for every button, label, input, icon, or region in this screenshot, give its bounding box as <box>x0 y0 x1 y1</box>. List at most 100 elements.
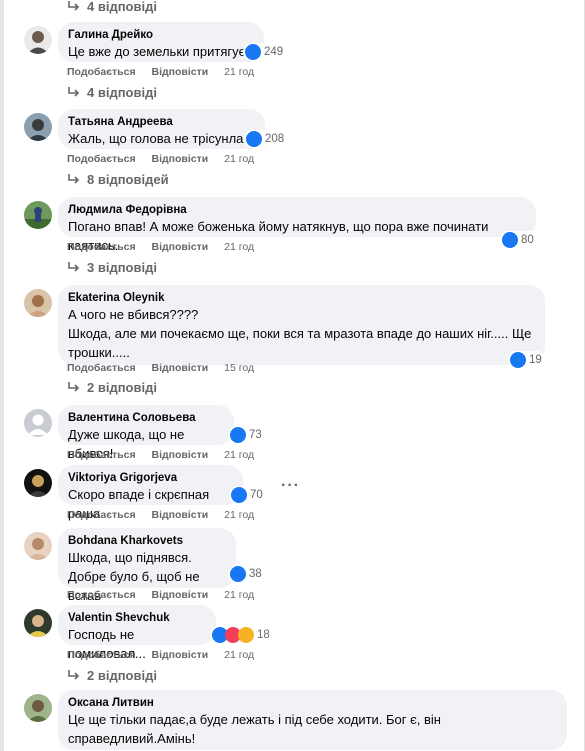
comment-time[interactable]: 21 год <box>224 589 254 601</box>
replies-count: 3 відповіді <box>87 259 157 275</box>
comment-author[interactable]: Валентина Соловьева <box>68 411 224 425</box>
comment-author[interactable]: Оксана Литвин <box>68 696 557 710</box>
reaction-count[interactable]: 80 <box>500 231 538 249</box>
view-replies-link[interactable]: 8 відповідей <box>67 169 169 189</box>
reply-button[interactable]: Відповісти <box>152 509 209 521</box>
like-button[interactable]: Подобається <box>67 449 136 461</box>
comment-actions: Подобається Відповісти 21 год <box>67 449 267 461</box>
reply-button[interactable]: Відповісти <box>152 153 209 165</box>
comment-actions: Подобається Відповісти 21 год <box>67 241 267 253</box>
avatar[interactable] <box>24 201 52 229</box>
reaction-count[interactable]: 38 <box>228 565 266 583</box>
comment-actions: Подобається Відповісти 21 год <box>67 66 267 78</box>
comment-text: А чого не вбився???? <box>68 307 199 322</box>
comment-bubble: Bohdana Kharkovets Шкода, що піднявся. Д… <box>58 528 236 603</box>
reaction-count[interactable]: 73 <box>228 426 266 444</box>
comment-author[interactable]: Bohdana Kharkovets <box>68 534 226 548</box>
reply-button[interactable]: Відповісти <box>152 589 209 601</box>
like-button[interactable]: Подобається <box>67 66 136 78</box>
reaction-count[interactable]: 18 <box>210 626 274 644</box>
comment-actions: Подобається Відповісти 21 год <box>67 153 267 165</box>
reply-button[interactable]: Відповісти <box>152 241 209 253</box>
reaction-count[interactable]: 19 <box>508 351 546 369</box>
view-replies-link[interactable]: 2 відповіді <box>67 665 157 685</box>
like-icon <box>246 131 262 147</box>
like-icon <box>231 487 247 503</box>
like-button[interactable]: Подобається <box>67 362 136 374</box>
reply-arrow-icon <box>68 382 80 392</box>
reaction-count[interactable]: 208 <box>244 130 289 148</box>
like-button[interactable]: Подобається <box>67 589 136 601</box>
reply-arrow-icon <box>68 1 80 11</box>
reply-button[interactable]: Відповісти <box>152 362 209 374</box>
avatar[interactable] <box>24 409 52 437</box>
ellipsis-icon[interactable]: ··· <box>281 477 300 495</box>
reply-arrow-icon <box>68 87 80 97</box>
like-button[interactable]: Подобається <box>67 509 136 521</box>
comment-bubble: Людмила Федорівна Погано впав! А може бо… <box>58 197 536 253</box>
replies-count: 2 відповіді <box>87 379 157 395</box>
comment-text: Це ще тільки падає,а буде лежать і під с… <box>68 712 441 727</box>
comment-time[interactable]: 21 год <box>224 449 254 461</box>
avatar[interactable] <box>24 289 52 317</box>
comment-time[interactable]: 21 год <box>224 649 254 661</box>
comment-author[interactable]: Ekaterina Oleynik <box>68 291 535 305</box>
comment-actions: Подобається Відповісти 21 год <box>67 509 267 521</box>
reply-button[interactable]: Відповісти <box>152 449 209 461</box>
replies-count: 4 відповіді <box>87 84 157 100</box>
like-icon <box>245 44 261 60</box>
reply-arrow-icon <box>68 262 80 272</box>
replies-count: 4 відповіді <box>87 0 157 14</box>
comment-text: Жаль, що голова не трісунла... <box>68 131 255 146</box>
reaction-count[interactable]: 70 <box>229 486 267 504</box>
replies-count: 8 відповідей <box>87 171 169 187</box>
avatar[interactable] <box>24 694 52 722</box>
comment-time[interactable]: 21 год <box>224 66 254 78</box>
like-button[interactable]: Подобається <box>67 241 136 253</box>
comment-author[interactable]: Галина Дрейко <box>68 28 254 42</box>
reply-arrow-icon <box>68 670 80 680</box>
reaction-count[interactable]: 249 <box>243 43 288 61</box>
comment-author[interactable]: Viktoriya Grigorjeva <box>68 471 233 485</box>
view-replies-link[interactable]: 4 відповіді <box>67 0 157 16</box>
replies-count: 2 відповіді <box>87 667 157 683</box>
comment-author[interactable]: Valentin Shevchuk <box>68 611 206 625</box>
like-icon <box>230 427 246 443</box>
wow-icon <box>238 627 254 643</box>
comment-text: Шкода, що піднявся. <box>68 550 192 565</box>
view-replies-link[interactable]: 3 відповіді <box>67 257 157 277</box>
comment-author[interactable]: Татьяна Андреева <box>68 115 255 129</box>
view-replies-link[interactable]: 2 відповіді <box>67 377 157 397</box>
comment-text: трошки..... <box>68 345 130 360</box>
comment-bubble: Viktoriya Grigorjeva Скоро впаде і скрєп… <box>58 465 243 521</box>
like-icon <box>230 566 246 582</box>
comment-bubble: Ekaterina Oleynik А чого не вбився???? Ш… <box>58 285 545 365</box>
avatar[interactable] <box>24 532 52 560</box>
comment-actions: Подобається Відповісти 15 год <box>67 362 267 374</box>
like-button[interactable]: Подобається <box>67 153 136 165</box>
view-replies-link[interactable]: 4 відповіді <box>67 82 157 102</box>
comment-actions: Подобається Відповісти 21 год <box>67 589 267 601</box>
comment-bubble: Галина Дрейко Це вже до земельки притягу… <box>58 22 264 62</box>
comment-bubble: Оксана Литвин Це ще тільки падає,а буде … <box>58 690 567 750</box>
comment-bubble: Valentin Shevchuk Господь не помиловал..… <box>58 605 216 661</box>
comment-actions: Подобається Відповісти 21 год <box>67 649 267 661</box>
like-icon <box>510 352 526 368</box>
avatar[interactable] <box>24 469 52 497</box>
avatar[interactable] <box>24 26 52 54</box>
reply-button[interactable]: Відповісти <box>152 649 209 661</box>
comment-text: справедливий.Амінь! <box>68 731 196 746</box>
like-button[interactable]: Подобається <box>67 649 136 661</box>
avatar[interactable] <box>24 113 52 141</box>
comment-text: Шкода, але ми почекаємо ще, поки вся та … <box>68 326 532 341</box>
avatar[interactable] <box>24 609 52 637</box>
comment-text: Це вже до земельки притягує. <box>68 44 249 59</box>
comment-time[interactable]: 15 год <box>224 362 254 374</box>
thread-line-left <box>0 0 4 751</box>
comment-time[interactable]: 21 год <box>224 509 254 521</box>
comment-bubble: Татьяна Андреева Жаль, що голова не тріс… <box>58 109 265 149</box>
comment-time[interactable]: 21 год <box>224 241 254 253</box>
comment-author[interactable]: Людмила Федорівна <box>68 203 526 217</box>
comment-time[interactable]: 21 год <box>224 153 254 165</box>
reply-button[interactable]: Відповісти <box>152 66 209 78</box>
